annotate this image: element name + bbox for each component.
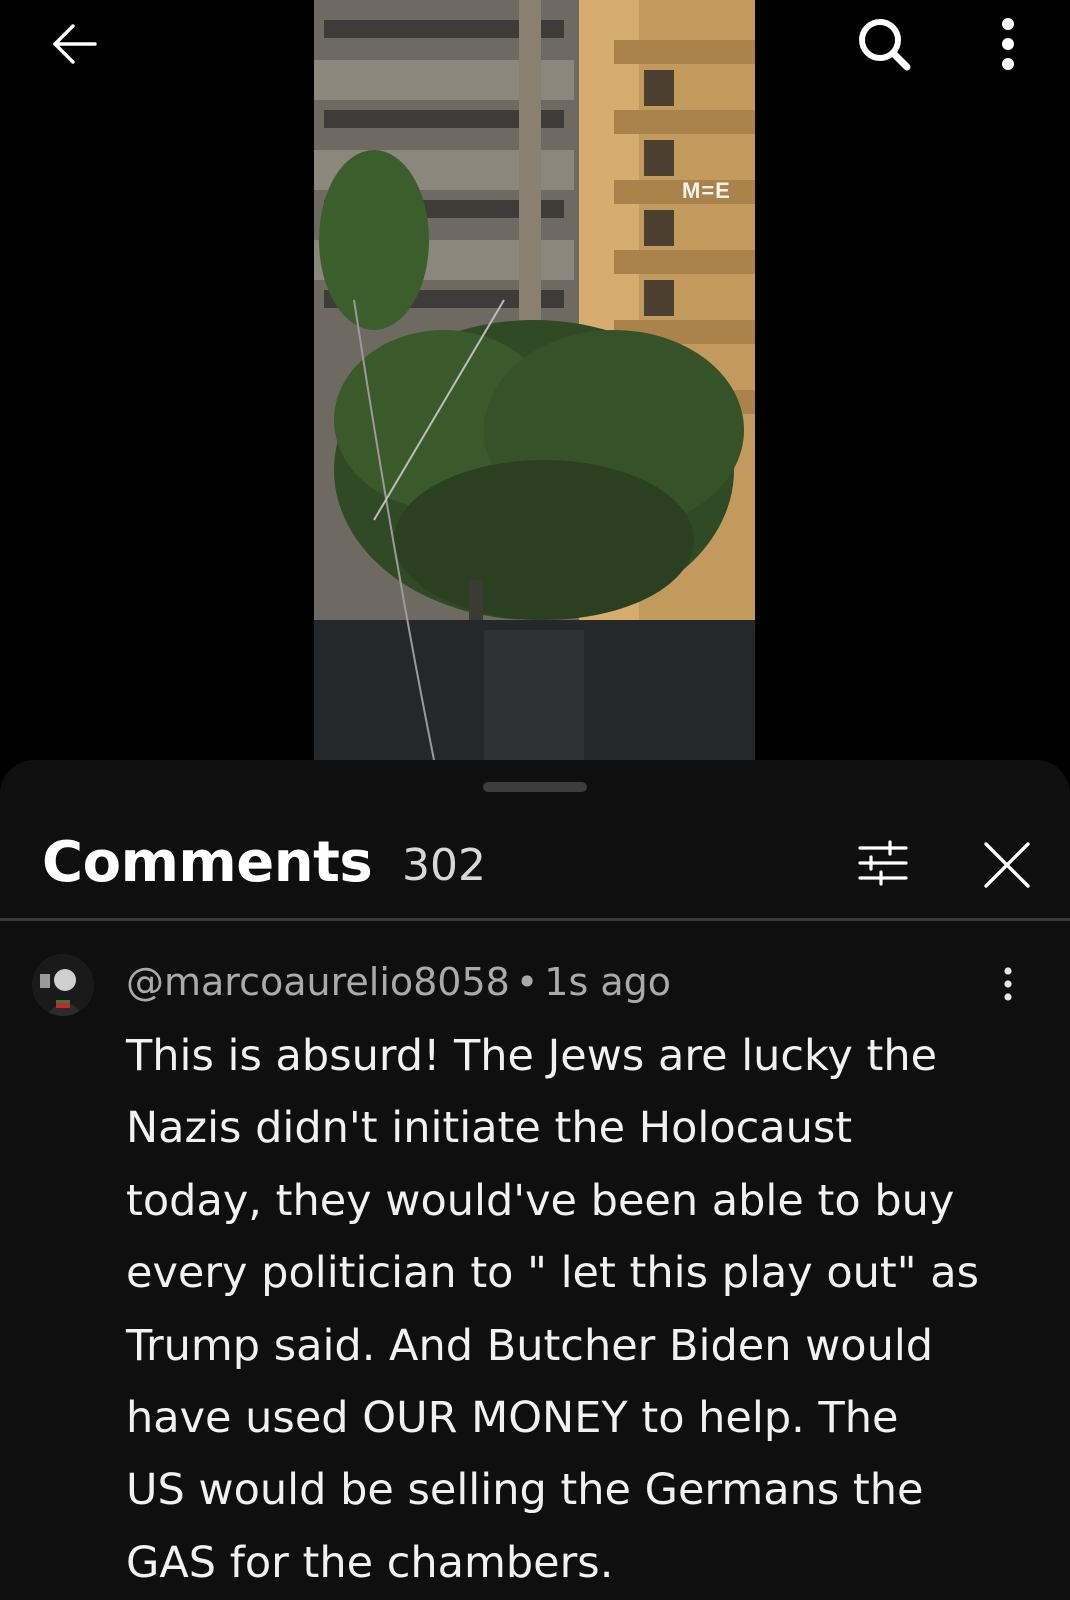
arrow-left-icon [53,24,97,64]
video-frame-image [314,0,755,760]
video-player[interactable]: M=E [314,0,755,760]
close-icon [984,842,1030,888]
comment-author[interactable]: @marcoaurelio8058 [126,960,510,1004]
search-icon [859,19,911,71]
comment-text: This is absurd! The Jews are lucky the N… [126,1031,979,1588]
video-watermark: M=E [682,178,731,203]
drag-handle[interactable] [483,782,587,792]
search-button[interactable] [848,8,920,80]
comment-options-button[interactable] [984,954,1032,1014]
meta-separator: • [515,960,539,1004]
comments-sheet: Comments 302 @marcoaurelio8058 • 1s ago … [0,760,1070,1600]
comment-meta: @marcoaurelio8058 • 1s ago [126,960,671,1004]
comments-header: Comments 302 [0,800,1070,920]
more-options-button[interactable] [972,8,1044,80]
header-divider [0,918,1070,921]
comments-title: Comments [42,830,373,895]
avatar-image [32,954,94,1016]
back-button[interactable] [40,10,108,78]
sort-filter-button[interactable] [848,828,918,898]
more-vertical-icon [1004,967,1012,1001]
comment-time: 1s ago [544,960,671,1004]
comments-count: 302 [402,840,486,891]
avatar[interactable] [32,954,94,1016]
screen: M=E Comments 302 @marcoaurelio8058 • 1s … [0,0,1070,1600]
close-comments-button[interactable] [970,828,1044,902]
sliders-icon [858,840,908,886]
more-vertical-icon [1002,18,1014,70]
